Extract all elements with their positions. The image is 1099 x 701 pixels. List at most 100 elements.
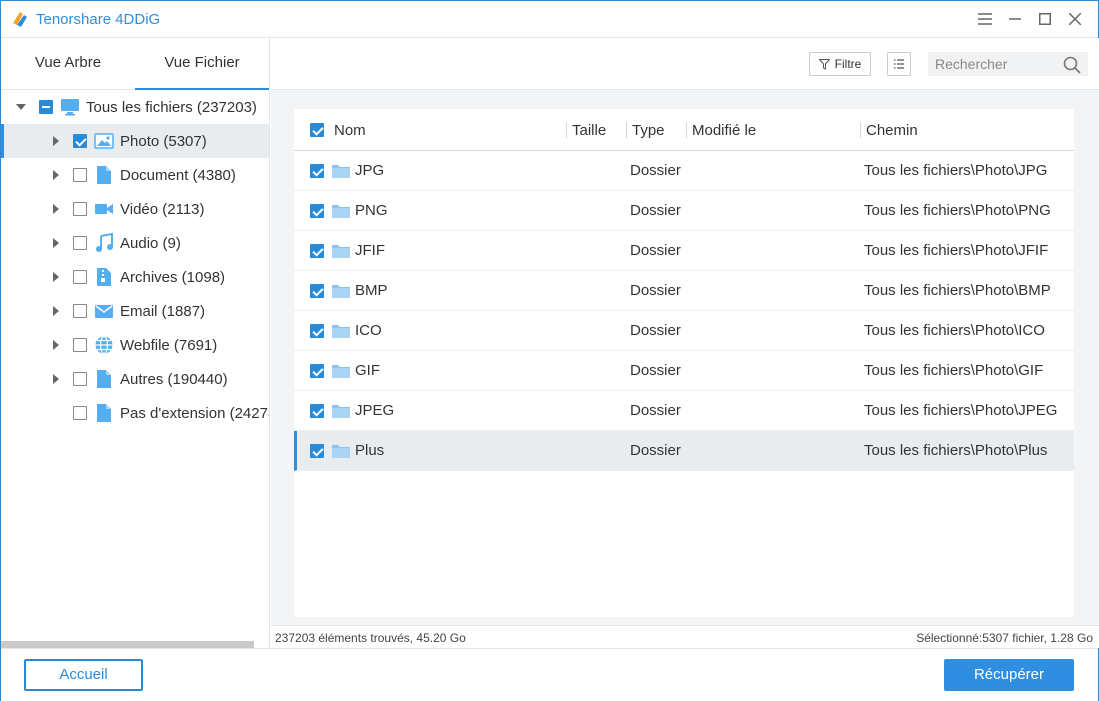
table-header: Nom Taille Type Modifié le Chemin <box>294 109 1074 151</box>
tree-root[interactable]: Tous les fichiers (237203) <box>1 90 269 124</box>
tree-item-checkbox[interactable] <box>73 270 87 284</box>
tree-item-autres[interactable]: Autres (190440) <box>1 362 269 396</box>
folder-icon <box>332 445 350 458</box>
filter-label: Filtre <box>834 57 862 71</box>
tree-item-label: Email (1887) <box>120 303 206 320</box>
cell-path: Tous les fichiers\Photo\ICO <box>864 322 1045 339</box>
title-bar: Tenorshare 4DDiG <box>1 1 1098 38</box>
tree-item-archives[interactable]: Archives (1098) <box>1 260 269 294</box>
folder-icon <box>332 365 350 378</box>
document-icon <box>97 166 111 184</box>
hamburger-icon[interactable] <box>974 8 996 30</box>
tree-item-checkbox[interactable] <box>73 406 87 420</box>
tree-item-checkbox[interactable] <box>73 372 87 386</box>
cell-type: Dossier <box>630 162 681 179</box>
tree-item-label: Photo (5307) <box>120 133 207 150</box>
tree-item-checkbox[interactable] <box>73 168 87 182</box>
tab-vue-arbre[interactable]: Vue Arbre <box>1 38 135 90</box>
tree-item-photo[interactable]: Photo (5307) <box>1 124 269 158</box>
tree-item-pas-extension[interactable]: Pas d'extension (24278 <box>1 396 269 430</box>
tree-item-checkbox[interactable] <box>73 236 87 250</box>
cell-path: Tous les fichiers\Photo\JPG <box>864 162 1048 179</box>
search-icon[interactable] <box>1063 56 1081 74</box>
expand-arrow-icon[interactable] <box>53 374 59 384</box>
tree-item-label: Audio (9) <box>120 235 181 252</box>
cell-path: Tous les fichiers\Photo\GIF <box>864 362 1044 379</box>
cell-name: GIF <box>355 362 380 379</box>
status-found: 237203 éléments trouvés, 45.20 Go <box>275 631 466 645</box>
expand-arrow-icon[interactable] <box>53 136 59 146</box>
expand-arrow-icon[interactable] <box>53 170 59 180</box>
maximize-icon[interactable] <box>1034 8 1056 30</box>
row-checkbox[interactable] <box>310 204 324 218</box>
table-row[interactable]: ICO Dossier Tous les fichiers\Photo\ICO <box>294 311 1074 351</box>
row-checkbox[interactable] <box>310 244 324 258</box>
row-checkbox[interactable] <box>310 404 324 418</box>
tree-item-checkbox[interactable] <box>73 134 87 148</box>
column-separator[interactable] <box>860 122 861 138</box>
app-title: Tenorshare 4DDiG <box>36 11 161 28</box>
expand-arrow-icon[interactable] <box>53 238 59 248</box>
tree-item-webfile[interactable]: Webfile (7691) <box>1 328 269 362</box>
row-checkbox[interactable] <box>310 164 324 178</box>
column-separator[interactable] <box>626 122 627 138</box>
folder-icon <box>332 205 350 218</box>
tree-item-label: Vidéo (2113) <box>120 201 205 218</box>
expand-arrow-icon[interactable] <box>53 306 59 316</box>
close-icon[interactable] <box>1064 8 1086 30</box>
list-view-button[interactable] <box>887 52 911 76</box>
column-header-chemin[interactable]: Chemin <box>866 122 918 139</box>
tree-item-checkbox[interactable] <box>73 202 87 216</box>
search-input[interactable] <box>935 55 1055 73</box>
table-row[interactable]: JPEG Dossier Tous les fichiers\Photo\JPE… <box>294 391 1074 431</box>
tree-item-video[interactable]: Vidéo (2113) <box>1 192 269 226</box>
column-separator[interactable] <box>686 122 687 138</box>
table-row[interactable]: JFIF Dossier Tous les fichiers\Photo\JFI… <box>294 231 1074 271</box>
cell-path: Tous les fichiers\Photo\JFIF <box>864 242 1049 259</box>
tree-item-document[interactable]: Document (4380) <box>1 158 269 192</box>
tab-vue-fichier[interactable]: Vue Fichier <box>135 38 269 90</box>
globe-icon <box>95 335 113 355</box>
status-selected: Sélectionné:5307 fichier, 1.28 Go <box>916 631 1093 645</box>
app-logo-icon <box>13 12 27 27</box>
cell-name: JPG <box>355 162 385 179</box>
table-row[interactable]: GIF Dossier Tous les fichiers\Photo\GIF <box>294 351 1074 391</box>
column-header-nom[interactable]: Nom <box>334 122 366 139</box>
table-row[interactable]: PNG Dossier Tous les fichiers\Photo\PNG <box>294 191 1074 231</box>
minimize-icon[interactable] <box>1004 8 1026 30</box>
cell-type: Dossier <box>630 242 681 259</box>
column-header-modifie[interactable]: Modifié le <box>692 122 756 139</box>
collapse-arrow-icon[interactable] <box>16 104 26 110</box>
cell-type: Dossier <box>630 322 681 339</box>
cell-type: Dossier <box>630 202 681 219</box>
tree-item-label: Document (4380) <box>120 167 236 184</box>
select-all-checkbox[interactable] <box>310 123 324 137</box>
table-row-selected[interactable]: Plus Dossier Tous les fichiers\Photo\Plu… <box>294 431 1074 471</box>
column-separator[interactable] <box>566 122 567 138</box>
horizontal-scrollbar[interactable] <box>1 641 254 648</box>
table-row[interactable]: JPG Dossier Tous les fichiers\Photo\JPG <box>294 151 1074 191</box>
column-header-taille[interactable]: Taille <box>572 122 606 139</box>
tree-item-checkbox[interactable] <box>73 338 87 352</box>
expand-arrow-icon[interactable] <box>53 272 59 282</box>
row-checkbox[interactable] <box>310 324 324 338</box>
toolbar: Filtre <box>271 38 1099 90</box>
tree-item-email[interactable]: Email (1887) <box>1 294 269 328</box>
row-checkbox[interactable] <box>310 444 324 458</box>
expand-arrow-icon[interactable] <box>53 340 59 350</box>
folder-icon <box>332 405 350 418</box>
tree-item-audio[interactable]: Audio (9) <box>1 226 269 260</box>
cell-path: Tous les fichiers\Photo\PNG <box>864 202 1051 219</box>
filter-button[interactable]: Filtre <box>809 52 871 76</box>
expand-arrow-icon[interactable] <box>53 204 59 214</box>
home-button[interactable]: Accueil <box>24 659 143 691</box>
folder-icon <box>332 285 350 298</box>
column-header-type[interactable]: Type <box>632 122 665 139</box>
tree-item-checkbox[interactable] <box>73 304 87 318</box>
table-row[interactable]: BMP Dossier Tous les fichiers\Photo\BMP <box>294 271 1074 311</box>
row-checkbox[interactable] <box>310 364 324 378</box>
row-checkbox[interactable] <box>310 284 324 298</box>
recover-button[interactable]: Récupérer <box>944 659 1074 691</box>
cell-path: Tous les fichiers\Photo\BMP <box>864 282 1051 299</box>
tree-root-checkbox[interactable] <box>39 100 53 114</box>
